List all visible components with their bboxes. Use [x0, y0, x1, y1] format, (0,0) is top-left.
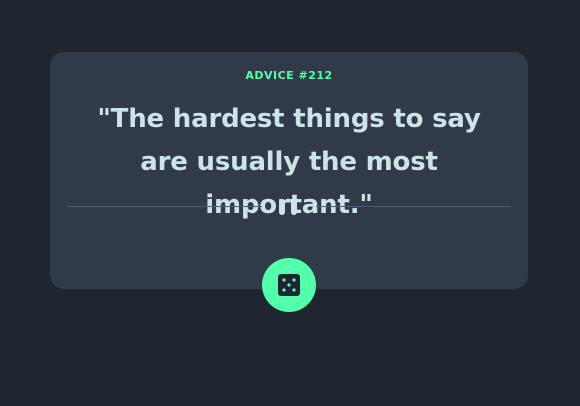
divider	[67, 197, 511, 217]
divider-line-left	[67, 206, 262, 207]
divider-line-right	[316, 206, 511, 207]
pause-bar-left	[279, 199, 285, 215]
advice-number-label: ADVICE #212	[245, 69, 333, 82]
dice-icon	[277, 273, 301, 297]
new-advice-button[interactable]	[262, 258, 316, 312]
pause-icon	[279, 199, 299, 215]
advice-app: ADVICE #212 "The hardest things to say a…	[0, 0, 580, 406]
advice-card: ADVICE #212 "The hardest things to say a…	[50, 52, 528, 289]
pause-bar-right	[291, 199, 297, 215]
